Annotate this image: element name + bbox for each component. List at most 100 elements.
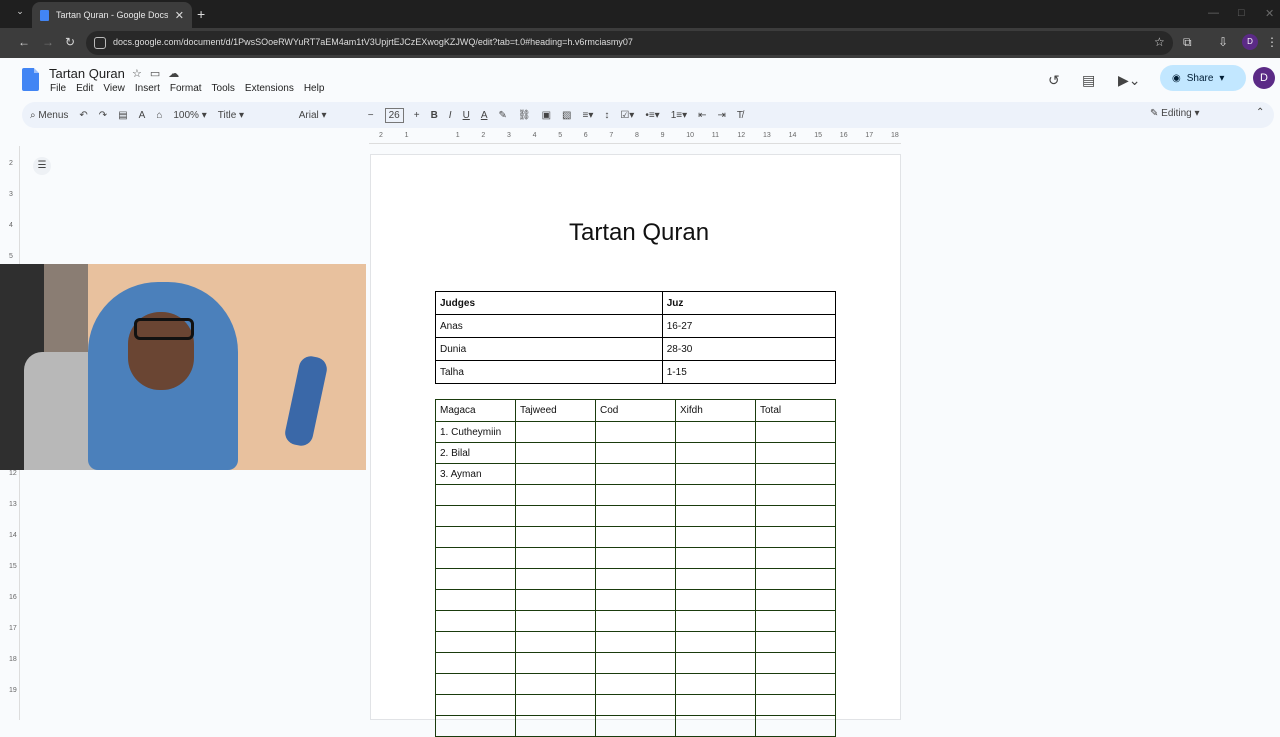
table-cell[interactable] — [595, 715, 676, 737]
decrease-font-size-icon[interactable]: − — [368, 110, 374, 121]
menu-help[interactable]: Help — [304, 83, 325, 94]
more-icon[interactable]: ⋮ — [1266, 35, 1278, 49]
table-cell[interactable] — [675, 631, 756, 653]
menu-edit[interactable]: Edit — [76, 83, 93, 94]
table-cell[interactable] — [755, 715, 836, 737]
table-cell[interactable] — [595, 484, 676, 506]
font-select[interactable]: Arial ▾ — [299, 110, 357, 121]
table-cell[interactable] — [435, 652, 516, 674]
cloud-status-icon[interactable]: ☁ — [168, 68, 187, 80]
table-cell[interactable] — [435, 547, 516, 569]
paint-format-icon[interactable]: ⌂ — [156, 110, 162, 121]
table-cell[interactable] — [675, 694, 756, 716]
table-cell[interactable] — [595, 694, 676, 716]
table-cell[interactable]: 28-30 — [661, 337, 837, 361]
table-cell[interactable] — [515, 610, 596, 632]
table-cell[interactable] — [755, 652, 836, 674]
editing-mode-select[interactable]: ✎ Editing ▾ — [1150, 108, 1200, 119]
table-header[interactable]: Magaca — [435, 399, 516, 422]
table-cell[interactable] — [515, 484, 596, 506]
document-page[interactable]: Tartan Quran Judges Juz Anas 16-27 Dunia… — [370, 154, 901, 737]
comments-icon[interactable]: ▤ — [1082, 72, 1095, 89]
table-cell[interactable] — [595, 463, 676, 485]
table-cell[interactable] — [515, 505, 596, 527]
table-cell[interactable] — [675, 505, 756, 527]
table-cell[interactable] — [755, 526, 836, 548]
table-cell[interactable] — [435, 568, 516, 590]
menu-extensions[interactable]: Extensions — [245, 83, 294, 94]
table-cell[interactable]: Anas — [435, 314, 663, 338]
table-cell[interactable] — [755, 694, 836, 716]
table-cell[interactable] — [675, 673, 756, 695]
table-cell[interactable] — [595, 526, 676, 548]
site-info-icon[interactable] — [94, 37, 106, 49]
table-cell[interactable] — [675, 421, 756, 443]
table-cell[interactable] — [435, 694, 516, 716]
table-cell[interactable] — [595, 652, 676, 674]
table-cell[interactable] — [675, 484, 756, 506]
table-cell[interactable] — [755, 568, 836, 590]
share-button[interactable]: ◉ Share ▾ — [1160, 65, 1246, 91]
table-cell[interactable] — [515, 589, 596, 611]
redo-icon[interactable]: ↷ — [99, 110, 107, 121]
close-window-icon[interactable]: ✕ — [1265, 7, 1274, 20]
table-cell[interactable] — [755, 589, 836, 611]
judges-table[interactable]: Judges Juz Anas 16-27 Dunia 28-30 Talha … — [435, 291, 837, 384]
share-dropdown-icon[interactable]: ▾ — [1219, 73, 1224, 84]
comment-icon[interactable]: ▣ — [542, 110, 551, 121]
document-title[interactable]: Tartan Quran — [49, 66, 125, 81]
table-cell[interactable] — [755, 421, 836, 443]
version-history-icon[interactable]: ↺ — [1048, 72, 1060, 89]
menu-view[interactable]: View — [103, 83, 125, 94]
table-cell[interactable] — [435, 610, 516, 632]
table-cell[interactable] — [675, 463, 756, 485]
table-cell[interactable] — [515, 715, 596, 737]
tab-search-menu-icon[interactable]: ⌄ — [12, 6, 28, 22]
table-cell[interactable] — [675, 568, 756, 590]
menu-format[interactable]: Format — [170, 83, 202, 94]
table-cell[interactable] — [675, 547, 756, 569]
table-cell[interactable] — [755, 505, 836, 527]
table-cell[interactable] — [595, 547, 676, 569]
bookmark-star-icon[interactable]: ☆ — [1154, 35, 1165, 49]
table-cell[interactable] — [755, 442, 836, 464]
table-cell[interactable]: 3. Ayman — [435, 463, 516, 485]
table-cell[interactable] — [595, 505, 676, 527]
table-cell[interactable] — [755, 673, 836, 695]
table-cell[interactable] — [515, 652, 596, 674]
underline-icon[interactable]: U — [463, 110, 470, 121]
browser-tab[interactable]: Tartan Quran - Google Docs ✕ — [32, 2, 192, 28]
table-cell[interactable] — [435, 631, 516, 653]
line-spacing-icon[interactable]: ↕ — [604, 110, 609, 121]
table-header[interactable]: Tajweed — [515, 399, 596, 422]
star-icon[interactable]: ☆ — [132, 68, 150, 80]
table-header[interactable]: Judges — [435, 291, 663, 315]
document-outline-icon[interactable]: ☰ — [33, 157, 51, 175]
table-cell[interactable] — [595, 568, 676, 590]
table-cell[interactable] — [515, 568, 596, 590]
back-icon[interactable]: ← — [18, 35, 30, 49]
table-cell[interactable] — [515, 673, 596, 695]
table-cell[interactable]: Dunia — [435, 337, 663, 361]
table-header[interactable]: Xifdh — [675, 399, 756, 422]
table-cell[interactable] — [755, 631, 836, 653]
align-icon[interactable]: ≡▾ — [582, 110, 593, 121]
clear-formatting-icon[interactable]: T̸ — [737, 110, 743, 121]
italic-icon[interactable]: I — [449, 110, 452, 121]
table-cell[interactable] — [515, 442, 596, 464]
scores-table[interactable]: Magaca Tajweed Cod Xifdh Total 1. Cuthey… — [435, 399, 836, 737]
increase-font-size-icon[interactable]: + — [414, 110, 420, 121]
restore-window-icon[interactable]: □ — [1238, 7, 1245, 19]
text-color-icon[interactable]: A — [481, 110, 488, 121]
table-cell[interactable] — [515, 547, 596, 569]
table-cell[interactable] — [435, 484, 516, 506]
table-cell[interactable] — [755, 547, 836, 569]
table-header[interactable]: Juz — [661, 291, 837, 315]
reload-icon[interactable]: ↻ — [65, 35, 75, 49]
table-cell[interactable] — [675, 442, 756, 464]
profile-avatar[interactable]: D — [1242, 34, 1258, 50]
table-cell[interactable] — [435, 505, 516, 527]
horizontal-ruler[interactable]: 2 1 1 2 3 4 5 6 7 8 9 10 11 12 13 14 15 16 17 18 — [369, 132, 901, 144]
print-icon[interactable]: ▤ — [118, 110, 127, 121]
spellcheck-icon[interactable]: A — [139, 110, 146, 121]
